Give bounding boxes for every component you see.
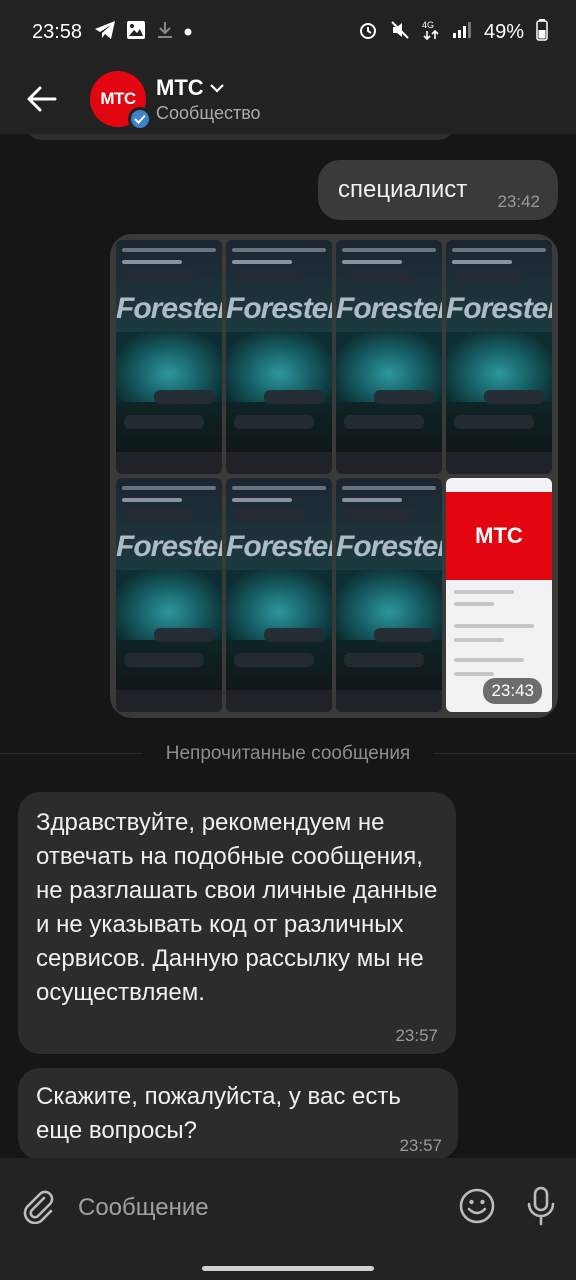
message-composer: Сообщение: [0, 1158, 576, 1258]
message-bubble[interactable]: Здравствуйте, рекомендуем не отвечать на…: [18, 792, 456, 1054]
message-text: специалист: [338, 176, 468, 203]
photo-thumbnail[interactable]: МТС: [446, 478, 552, 712]
message-time: 23:57: [399, 1136, 442, 1155]
photo-thumbnail[interactable]: Forester: [336, 478, 442, 712]
unread-divider: Непрочитанные сообщения: [0, 740, 576, 768]
previous-message-bubble: [24, 134, 456, 140]
attach-button[interactable]: [20, 1188, 56, 1229]
message-time: 23:57: [395, 1026, 438, 1045]
message-text: Здравствуйте, рекомендуем не отвечать на…: [36, 809, 438, 1006]
microphone-icon: [527, 1186, 555, 1225]
avatar-logo-text: МТС: [100, 89, 136, 108]
status-time: 23:58: [32, 20, 83, 43]
status-bar: 23:58 4G 49%: [0, 0, 576, 64]
thumbnail-text: Forester: [226, 292, 332, 325]
thumbnail-text: Forester: [336, 292, 442, 325]
chat-subtitle: Сообщество: [156, 102, 261, 123]
thumbnail-text: Forester: [116, 292, 222, 325]
download-icon: [156, 20, 174, 45]
message-bubble[interactable]: специалист 23:42: [318, 160, 558, 220]
navigation-bar: [0, 1258, 576, 1280]
photo-thumbnail[interactable]: Forester: [226, 478, 332, 712]
gallery-icon: [126, 20, 146, 45]
thumbnail-text: Forester: [116, 530, 222, 563]
smiley-icon: [459, 1188, 495, 1223]
message-list[interactable]: специалист 23:42 Forester Forester Fores…: [0, 134, 576, 1158]
alarm-icon: [358, 20, 378, 45]
voice-message-button[interactable]: [526, 1186, 556, 1231]
arrow-left-icon: [27, 86, 57, 112]
chevron-down-icon: [209, 83, 224, 93]
thumbnail-text: Forester: [446, 292, 552, 325]
chat-name: МТС: [156, 74, 204, 100]
message-bubble[interactable]: Скажите, пожалуйста, у вас есть еще вопр…: [18, 1068, 458, 1158]
svg-text:4G: 4G: [422, 20, 434, 30]
photo-thumbnail[interactable]: Forester: [116, 240, 222, 474]
thumbnail-text: Forester: [226, 530, 332, 563]
thumbnail-text: Forester: [336, 530, 442, 563]
chat-title-block[interactable]: МТС Сообщество: [156, 75, 261, 124]
chat-header: МТС МТС Сообщество: [0, 64, 576, 134]
photo-album[interactable]: Forester Forester Forester Forester Fore…: [110, 234, 558, 718]
paperclip-icon: [23, 1190, 54, 1224]
dot-icon: [184, 23, 192, 41]
photo-thumbnail[interactable]: Forester: [226, 240, 332, 474]
message-time: 23:42: [497, 192, 540, 211]
unread-divider-label: Непрочитанные сообщения: [141, 743, 435, 765]
photo-thumbnail[interactable]: Forester: [116, 478, 222, 712]
verified-icon: [128, 107, 152, 131]
battery-icon: [536, 18, 548, 46]
photo-thumbnail[interactable]: Forester: [446, 240, 552, 474]
back-button[interactable]: [0, 64, 84, 134]
telegram-icon: [94, 20, 116, 45]
message-text: Скажите, пожалуйста, у вас есть еще вопр…: [36, 1083, 401, 1144]
photo-thumbnail[interactable]: Forester: [336, 240, 442, 474]
mute-icon: [390, 20, 410, 45]
emoji-button[interactable]: [458, 1187, 496, 1230]
avatar[interactable]: МТС: [90, 71, 152, 131]
home-indicator[interactable]: [202, 1266, 374, 1271]
album-time: 23:43: [483, 678, 542, 704]
mts-logo: МТС: [446, 492, 552, 580]
battery-percent: 49%: [483, 20, 524, 43]
message-input[interactable]: Сообщение: [78, 1194, 458, 1222]
network-4g-icon: 4G: [422, 19, 440, 46]
signal-icon: [452, 21, 472, 44]
